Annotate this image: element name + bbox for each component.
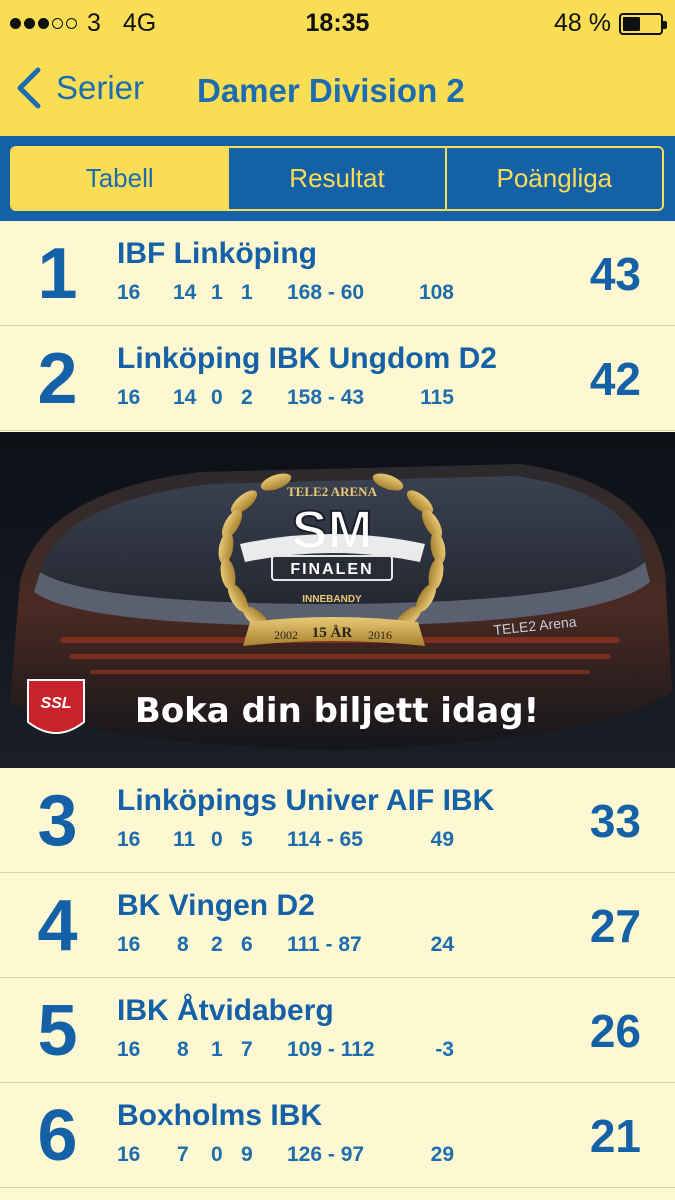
goals: 111 - 87: [287, 933, 362, 956]
team-stats: 16 14 1 1 168 - 60 108: [0, 281, 500, 307]
wins: 14: [173, 281, 197, 304]
app-screen: 3 4G 18:35 48 % Serier Damer Division 2 …: [0, 0, 675, 1200]
badge-years: 15 ÅR: [312, 625, 353, 641]
battery-tip: [663, 20, 667, 29]
games-played: 16: [117, 1143, 141, 1166]
segmented-control: Tabell Resultat Poängliga: [10, 146, 664, 211]
team-name: IBF Linköping: [117, 237, 317, 270]
goals: 158 - 43: [287, 386, 365, 409]
games-played: 16: [117, 933, 141, 956]
losses: 2: [241, 386, 253, 409]
svg-text:SSL: SSL: [40, 695, 71, 712]
page-title: Damer Division 2: [197, 72, 465, 109]
losses: 1: [241, 281, 253, 304]
points: 42: [589, 353, 641, 405]
badge-arena: TELE2 ARENA: [287, 484, 378, 499]
points: 27: [589, 900, 641, 952]
team-name: Linköpings Univer AIF IBK: [117, 784, 495, 817]
ad-artwork: TELE2 Arena TELE2 ARENA SM FINALEN INNEB…: [0, 432, 675, 768]
team-stats: 16 14 0 2 158 - 43 115: [0, 386, 500, 412]
games-played: 16: [117, 281, 141, 304]
draws: 2: [211, 933, 223, 956]
goals: 168 - 60: [287, 281, 365, 304]
goal-difference: -3: [435, 1038, 454, 1061]
losses: 5: [241, 828, 253, 851]
ad-slogan: Boka din biljett idag!: [135, 691, 539, 731]
games-played: 16: [117, 828, 141, 851]
wins: 14: [173, 386, 197, 409]
battery-icon: [619, 12, 667, 35]
ssl-logo: SSL: [27, 679, 85, 734]
wins: 7: [177, 1143, 189, 1166]
wins: 11: [173, 828, 196, 851]
battery-percent: 48 %: [554, 9, 611, 37]
wins: 8: [177, 1038, 189, 1061]
badge-year-start: 2002: [274, 628, 298, 642]
standings-row[interactable]: 3 Linköpings Univer AIF IBK 16 11 0 5 11…: [0, 768, 675, 873]
tab-tabell[interactable]: Tabell: [12, 148, 228, 209]
team-stats: 16 7 0 9 126 - 97 29: [0, 1143, 500, 1169]
draws: 1: [211, 281, 223, 304]
team-name: Linköping IBK Ungdom D2: [117, 342, 497, 375]
points: 33: [589, 795, 641, 847]
losses: 9: [241, 1143, 253, 1166]
draws: 0: [211, 386, 223, 409]
team-stats: 16 8 2 6 111 - 87 24: [0, 933, 500, 959]
points: 43: [589, 248, 641, 300]
losses: 7: [241, 1038, 253, 1061]
navigation-bar: Serier Damer Division 2: [0, 44, 675, 136]
badge-subtitle: INNEBANDY: [302, 594, 362, 605]
standings-row[interactable]: 1 IBF Linköping 16 14 1 1 168 - 60 108 4…: [0, 221, 675, 326]
badge-year-end: 2016: [368, 628, 392, 642]
tab-poangliga[interactable]: Poängliga: [444, 148, 662, 209]
tab-resultat[interactable]: Resultat: [227, 148, 445, 209]
goal-difference: 115: [420, 386, 454, 409]
goals: 114 - 65: [287, 828, 363, 851]
ad-banner[interactable]: TELE2 Arena TELE2 ARENA SM FINALEN INNEB…: [0, 432, 675, 768]
team-name: BK Vingen D2: [117, 889, 315, 922]
back-button[interactable]: Serier: [14, 66, 144, 110]
wins: 8: [177, 933, 189, 956]
draws: 0: [211, 1143, 223, 1166]
back-label: Serier: [56, 69, 145, 106]
standings-row[interactable]: 6 Boxholms IBK 16 7 0 9 126 - 97 29 21: [0, 1083, 675, 1188]
team-stats: 16 8 1 7 109 - 112 -3: [0, 1038, 500, 1064]
games-played: 16: [117, 386, 141, 409]
losses: 6: [241, 933, 253, 956]
standings-row[interactable]: 4 BK Vingen D2 16 8 2 6 111 - 87 24 27: [0, 873, 675, 978]
games-played: 16: [117, 1038, 141, 1061]
goal-difference: 49: [430, 828, 454, 851]
tab-bar-container: Tabell Resultat Poängliga: [0, 136, 675, 221]
goals: 109 - 112: [287, 1038, 375, 1061]
draws: 0: [211, 828, 223, 851]
points: 26: [589, 1005, 641, 1057]
battery-fill: [623, 16, 641, 31]
chevron-left-icon: [17, 67, 41, 109]
team-name: Boxholms IBK: [117, 1099, 323, 1132]
standings-row[interactable]: 5 IBK Åtvidaberg 16 8 1 7 109 - 112 -3 2…: [0, 978, 675, 1083]
team-stats: 16 11 0 5 114 - 65 49: [0, 828, 500, 854]
draws: 1: [211, 1038, 223, 1061]
standings-row[interactable]: 2 Linköping IBK Ungdom D2 16 14 0 2 158 …: [0, 326, 675, 431]
goal-difference: 24: [430, 933, 454, 956]
badge-ribbon-text: FINALEN: [290, 561, 373, 578]
points: 21: [589, 1110, 641, 1162]
team-name: IBK Åtvidaberg: [117, 994, 334, 1027]
goals: 126 - 97: [287, 1143, 365, 1166]
goal-difference: 108: [418, 281, 454, 304]
goal-difference: 29: [430, 1143, 454, 1166]
status-bar: 3 4G 18:35 48 %: [0, 0, 675, 44]
status-right: 48 %: [554, 9, 667, 38]
